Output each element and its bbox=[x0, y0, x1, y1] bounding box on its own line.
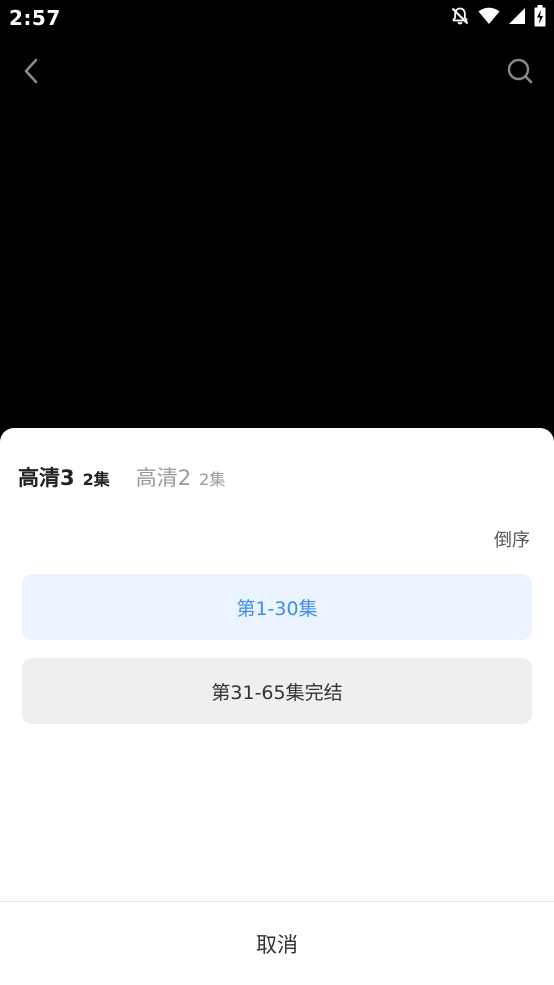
chevron-left-icon bbox=[23, 58, 39, 88]
back-button[interactable] bbox=[14, 55, 48, 91]
source-tab-count: 2集 bbox=[199, 470, 226, 489]
search-icon bbox=[506, 57, 534, 89]
reverse-order-button[interactable]: 倒序 bbox=[494, 526, 530, 552]
source-tab-name: 高清2 bbox=[135, 466, 192, 490]
status-time: 2:57 bbox=[9, 6, 61, 30]
episode-bottom-sheet: 高清3 2集 高清2 2集 倒序 第1-30集 第31-65集完结 取消 bbox=[0, 428, 554, 985]
episode-range-button-31-65[interactable]: 第31-65集完结 bbox=[22, 658, 532, 724]
cancel-button[interactable]: 取消 bbox=[0, 902, 554, 985]
source-tab-name: 高清3 bbox=[18, 466, 75, 490]
source-tab-count: 2集 bbox=[82, 470, 110, 489]
source-tab-hd2[interactable]: 高清2 2集 bbox=[136, 462, 226, 492]
status-bar: 2:57 bbox=[0, 0, 554, 38]
wifi-icon bbox=[478, 7, 500, 29]
battery-charging-icon bbox=[534, 5, 546, 31]
cellular-signal-icon bbox=[508, 7, 526, 29]
status-icons bbox=[442, 5, 546, 31]
source-tabs: 高清3 2集 高清2 2集 bbox=[18, 462, 251, 492]
search-button[interactable] bbox=[502, 55, 538, 91]
screen: 2:57 高清3 2集 高清2 2集 倒序 第1-30集 第31-65集完结 取… bbox=[0, 0, 554, 985]
episode-range-button-1-30[interactable]: 第1-30集 bbox=[22, 574, 532, 640]
source-tab-hd3[interactable]: 高清3 2集 bbox=[18, 462, 110, 492]
bell-off-icon bbox=[450, 6, 470, 30]
